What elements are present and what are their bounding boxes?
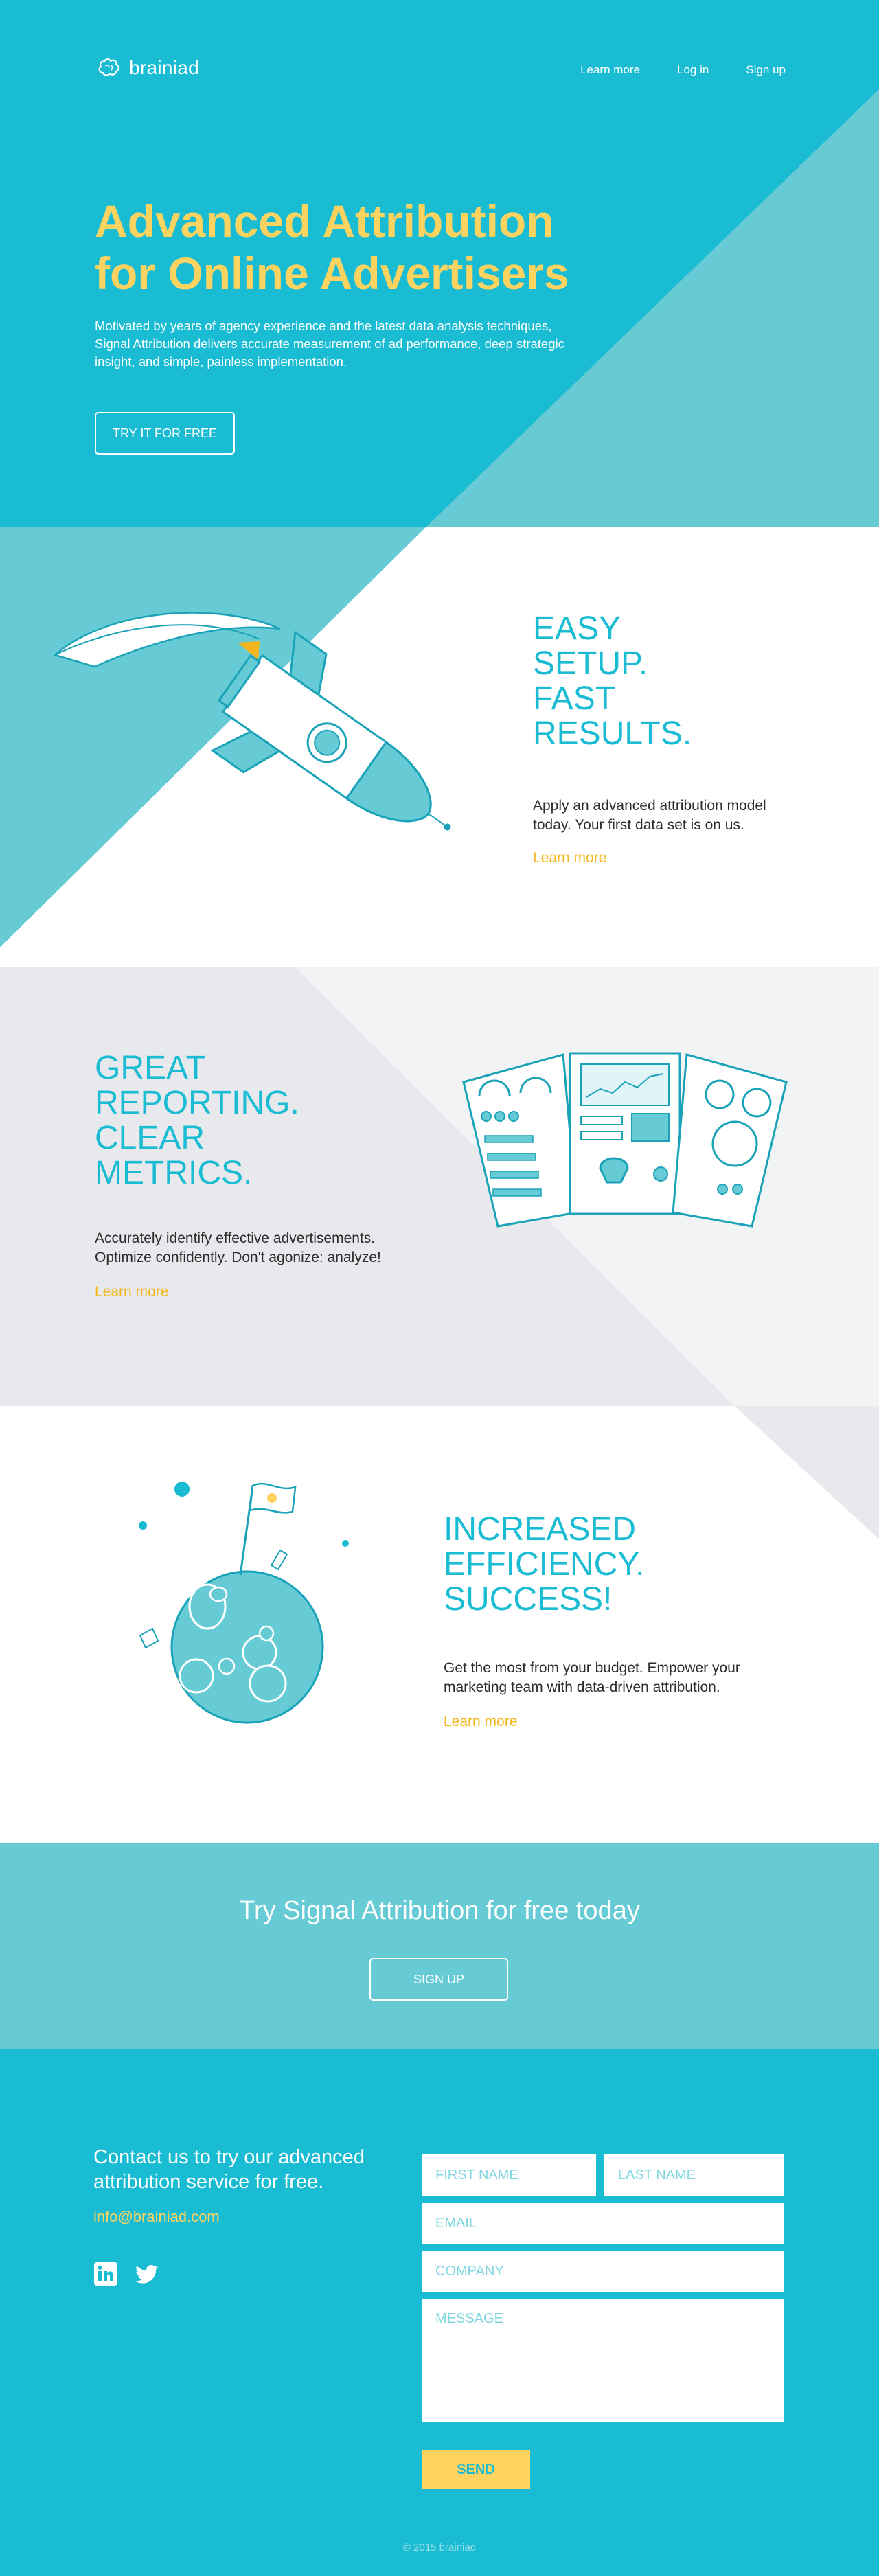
contact-email-link[interactable]: info@brainiad.com [93, 2208, 220, 2226]
top-nav: Learn more Log in Sign up [580, 63, 786, 77]
feature-1-heading: EASY SETUP. FAST RESULTS. [533, 611, 739, 751]
feature-3-learn-more-link[interactable]: Learn more [444, 1714, 517, 1730]
brand-name: brainiad [129, 57, 200, 78]
linkedin-icon[interactable] [93, 2262, 118, 2286]
feature-efficiency: INCREASED EFFICIENCY. SUCCESS! Get the m… [0, 1406, 879, 1843]
brain-icon [98, 58, 119, 76]
try-it-free-button[interactable]: TRY IT FOR FREE [95, 412, 235, 455]
planet-illustration [139, 1482, 349, 1724]
feature-3-heading-line: EFFICIENCY. [444, 1546, 645, 1583]
company-field[interactable] [422, 2251, 784, 2292]
twitter-icon[interactable] [135, 2262, 159, 2286]
nav-learn-more[interactable]: Learn more [580, 63, 640, 77]
feature-1-heading-line: EASY [533, 610, 621, 647]
copyright: © 2015 brainiad [402, 2542, 477, 2553]
send-button[interactable]: SEND [422, 2450, 530, 2489]
feature-reporting: GREAT REPORTING. CLEAR METRICS. Accurate… [0, 967, 879, 1406]
sign-up-button[interactable]: SIGN UP [369, 1958, 508, 2001]
feature-3-heading-line: SUCCESS! [444, 1581, 613, 1618]
feature-3-heading-line: INCREASED [444, 1511, 637, 1548]
dashboard-illustration [462, 1052, 788, 1228]
last-name-field[interactable] [604, 2154, 784, 2196]
feature-3-text: Get the most from your budget. Empower y… [444, 1660, 740, 1695]
feature-easy-setup: EASY SETUP. FAST RESULTS. Apply an advan… [0, 527, 879, 967]
hero-section: brainiad Learn more Log in Sign up Advan… [0, 0, 879, 527]
feature-1-heading-line: SETUP. [533, 645, 648, 682]
hero-title-line-1: Advanced Attribution [95, 196, 554, 246]
feature-1-heading-line: FAST [533, 680, 616, 717]
feature-2-heading-line: REPORTING. [95, 1085, 299, 1121]
brand-logo[interactable]: brainiad [96, 55, 199, 81]
message-field[interactable] [422, 2299, 784, 2422]
hero-description: Motivated by years of agency experience … [95, 319, 564, 369]
contact-section: Contact us to try our advanced attributi… [0, 2049, 879, 2576]
first-name-field[interactable] [422, 2154, 596, 2196]
feature-2-learn-more-link[interactable]: Learn more [95, 1284, 168, 1300]
feature-2-heading: GREAT REPORTING. CLEAR METRICS. [95, 1050, 369, 1191]
cta-title: Try Signal Attribution for free today [239, 1896, 640, 1925]
feature-1-learn-more-link[interactable]: Learn more [533, 850, 606, 866]
email-field[interactable] [422, 2203, 784, 2244]
nav-log-in[interactable]: Log in [677, 63, 709, 77]
feature-1-text: Apply an advanced attribution model toda… [533, 798, 766, 833]
nav-sign-up[interactable]: Sign up [746, 63, 786, 77]
feature-2-heading-line: CLEAR [95, 1120, 205, 1156]
contact-title: Contact us to try our advanced attributi… [93, 2146, 365, 2193]
rocket-illustration [54, 612, 451, 831]
feature-2-heading-line: GREAT [95, 1050, 206, 1086]
feature-2-text: Accurately identify effective advertisem… [95, 1230, 381, 1265]
cta-section: Try Signal Attribution for free today SI… [0, 1843, 879, 2049]
hero-title: Advanced Attribution for Online Advertis… [95, 195, 617, 299]
feature-2-heading-line: METRICS. [95, 1155, 253, 1191]
hero-title-line-2: for Online Advertisers [95, 248, 569, 299]
feature-3-heading: INCREASED EFFICIENCY. SUCCESS! [444, 1512, 718, 1617]
feature-1-heading-line: RESULTS. [533, 715, 692, 752]
